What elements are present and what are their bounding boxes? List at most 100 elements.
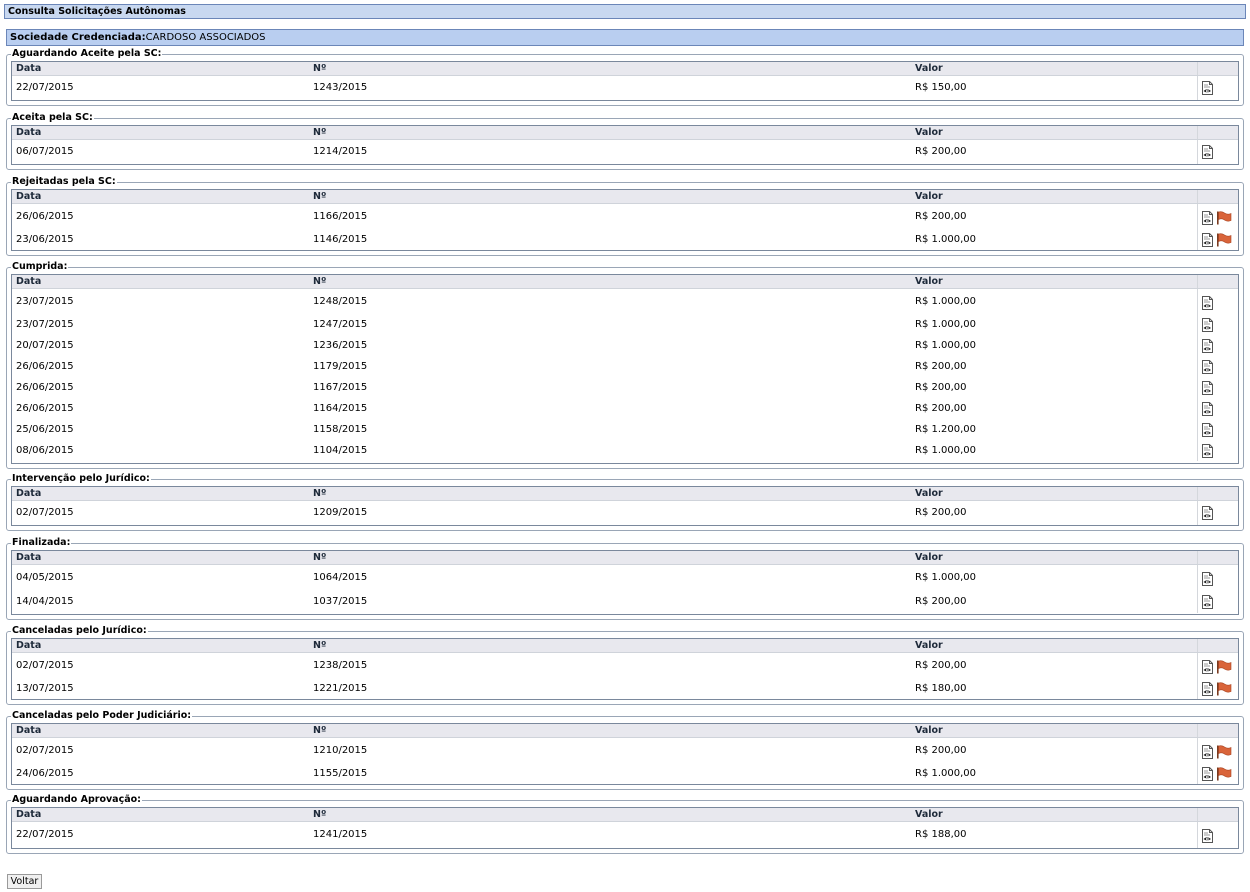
document-view-icon[interactable] <box>1201 828 1214 843</box>
column-divider <box>1197 76 1198 100</box>
column-header-numero: Nº <box>313 488 327 499</box>
row-valor: R$ 1.000,00 <box>915 768 977 779</box>
document-view-icon[interactable] <box>1201 681 1214 696</box>
row-actions <box>1201 766 1232 781</box>
flag-icon[interactable] <box>1216 766 1232 781</box>
document-view-icon[interactable] <box>1201 317 1214 332</box>
row-data: 22/07/2015 <box>16 82 74 93</box>
column-divider <box>1197 551 1198 564</box>
section-title: Aceita pela SC: <box>11 112 94 123</box>
document-view-icon[interactable] <box>1201 380 1214 395</box>
column-divider <box>1197 822 1198 848</box>
table-header: Data Nº Valor <box>12 639 1238 653</box>
section-table: Data Nº Valor 02/07/2015 1209/2015 R$ 200,00 <box>11 486 1239 526</box>
row-numero: 1243/2015 <box>313 82 368 93</box>
row-numero: 1166/2015 <box>313 211 368 222</box>
row-numero: 1209/2015 <box>313 507 368 518</box>
document-view-icon[interactable] <box>1201 81 1214 95</box>
column-header-data: Data <box>16 63 42 74</box>
row-data: 02/07/2015 <box>16 660 74 671</box>
status-section: Aceita pela SC: Data Nº Valor 06/07/2015 1214… <box>6 112 1244 170</box>
column-divider <box>1197 275 1198 288</box>
document-view-icon[interactable] <box>1201 659 1214 674</box>
document-view-icon[interactable] <box>1201 145 1214 159</box>
status-section: Aguardando Aprovação: Data Nº Valor 22/07/20… <box>6 794 1244 854</box>
column-header-numero: Nº <box>313 640 327 651</box>
column-divider <box>1197 501 1198 525</box>
table-header: Data Nº Valor <box>12 551 1238 565</box>
row-actions <box>1201 317 1214 332</box>
section-title: Intervenção pelo Jurídico: <box>11 473 151 484</box>
row-numero: 1241/2015 <box>313 829 368 840</box>
column-header-valor: Valor <box>915 488 943 499</box>
column-header-data: Data <box>16 552 42 563</box>
document-view-icon[interactable] <box>1201 422 1214 437</box>
row-actions <box>1201 681 1232 696</box>
document-view-icon[interactable] <box>1201 359 1214 374</box>
column-divider <box>1197 678 1198 699</box>
table-row: 23/07/2015 1247/2015 R$ 1.000,00 <box>12 314 1238 335</box>
row-numero: 1179/2015 <box>313 361 368 372</box>
table-row: 13/07/2015 1221/2015 R$ 180,00 <box>12 678 1238 699</box>
column-header-data: Data <box>16 127 42 138</box>
document-view-icon[interactable] <box>1201 595 1214 609</box>
row-data: 26/06/2015 <box>16 211 74 222</box>
row-actions <box>1201 232 1232 247</box>
section-table: Data Nº Valor 04/05/2015 1064/2015 R$ 1.000,0… <box>11 550 1239 615</box>
row-valor: R$ 200,00 <box>915 403 967 414</box>
document-view-icon[interactable] <box>1201 443 1214 458</box>
row-data: 23/07/2015 <box>16 296 74 307</box>
row-data: 13/07/2015 <box>16 683 74 694</box>
row-valor: R$ 1.200,00 <box>915 424 977 435</box>
row-actions <box>1201 443 1214 458</box>
section-title: Canceladas pelo Jurídico: <box>11 625 148 636</box>
row-valor: R$ 200,00 <box>915 361 967 372</box>
column-header-valor: Valor <box>915 191 943 202</box>
flag-icon[interactable] <box>1216 744 1232 758</box>
document-view-icon[interactable] <box>1201 210 1214 225</box>
row-valor: R$ 200,00 <box>915 507 967 518</box>
table-row: 23/06/2015 1146/2015 R$ 1.000,00 <box>12 229 1238 250</box>
document-view-icon[interactable] <box>1201 571 1214 586</box>
back-button[interactable]: Voltar <box>7 874 42 889</box>
document-view-icon[interactable] <box>1201 744 1214 759</box>
column-divider <box>1197 335 1198 356</box>
status-section: Canceladas pelo Jurídico: Data Nº Valor 02/0… <box>6 625 1244 705</box>
flag-icon[interactable] <box>1216 232 1232 247</box>
section-table: Data Nº Valor 22/07/2015 1241/2015 R$ 188,00 <box>11 807 1239 849</box>
document-view-icon[interactable] <box>1201 401 1214 416</box>
flag-icon[interactable] <box>1216 659 1232 673</box>
row-valor: R$ 1.000,00 <box>915 340 977 351</box>
row-numero: 1064/2015 <box>313 572 368 583</box>
row-valor: R$ 200,00 <box>915 660 967 671</box>
row-actions <box>1201 210 1232 225</box>
document-view-icon[interactable] <box>1201 232 1214 247</box>
section-table: Data Nº Valor 06/07/2015 1214/2015 R$ 200,00 <box>11 125 1239 165</box>
column-header-data: Data <box>16 809 42 820</box>
row-numero: 1158/2015 <box>313 424 368 435</box>
row-actions <box>1201 571 1214 586</box>
row-valor: R$ 1.000,00 <box>915 445 977 456</box>
section-table: Data Nº Valor 22/07/2015 1243/2015 R$ 150,00 <box>11 61 1239 101</box>
row-numero: 1167/2015 <box>313 382 368 393</box>
row-actions <box>1201 338 1214 353</box>
column-divider <box>1197 126 1198 139</box>
row-data: 02/07/2015 <box>16 745 74 756</box>
flag-icon[interactable] <box>1216 681 1232 696</box>
row-valor: R$ 150,00 <box>915 82 967 93</box>
row-data: 24/06/2015 <box>16 768 74 779</box>
document-view-icon[interactable] <box>1201 295 1214 310</box>
column-divider <box>1197 487 1198 500</box>
document-view-icon[interactable] <box>1201 766 1214 781</box>
column-divider <box>1197 190 1198 203</box>
row-valor: R$ 200,00 <box>915 146 967 157</box>
row-numero: 1104/2015 <box>313 445 368 456</box>
column-divider <box>1197 639 1198 652</box>
document-view-icon[interactable] <box>1201 506 1214 520</box>
section-table: Data Nº Valor 26/06/2015 1166/2015 R$ 200,00 2… <box>11 189 1239 251</box>
column-divider <box>1197 419 1198 440</box>
sc-value: CARDOSO ASSOCIADOS <box>145 32 266 43</box>
flag-icon[interactable] <box>1216 210 1232 224</box>
row-data: 08/06/2015 <box>16 445 74 456</box>
document-view-icon[interactable] <box>1201 338 1214 353</box>
